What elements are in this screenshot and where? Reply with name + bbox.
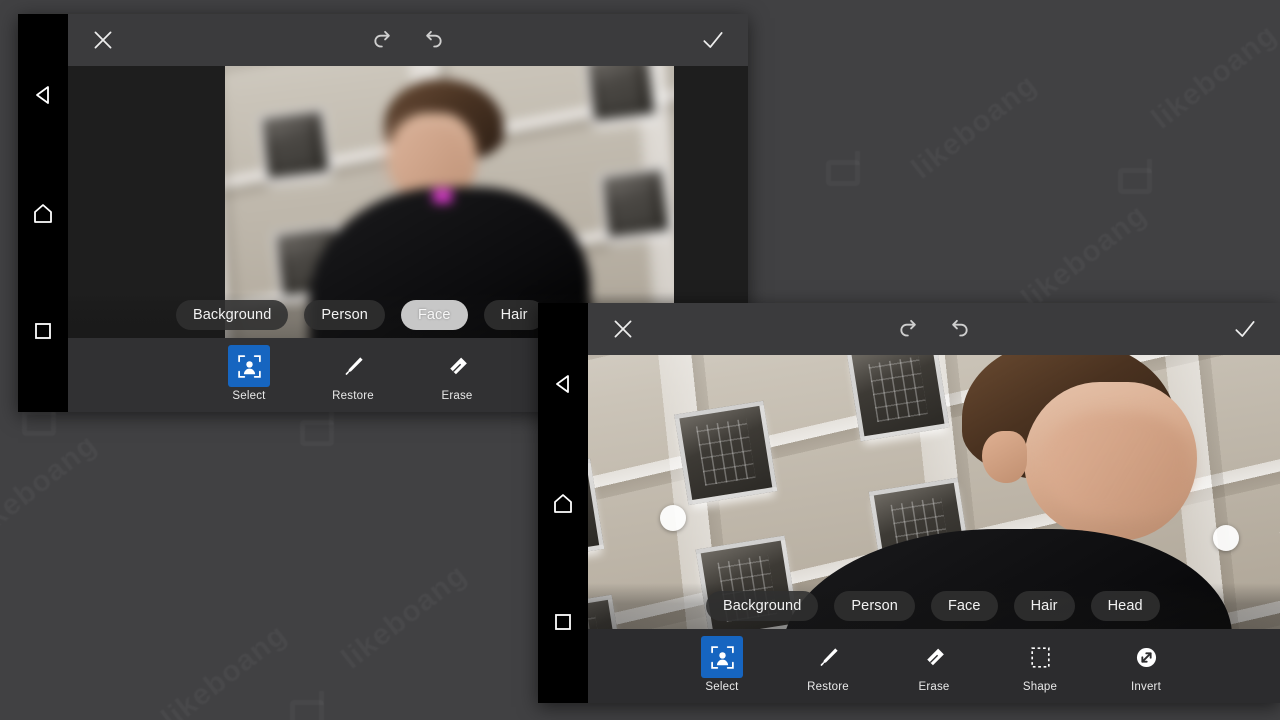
- watermark-text: likeboang: [1145, 18, 1280, 137]
- tool-label: Erase: [441, 390, 473, 402]
- tool-label: Select: [232, 390, 266, 402]
- image-canvas-back[interactable]: Background Person Face Hair: [68, 66, 748, 338]
- undo-icon[interactable]: [897, 316, 923, 342]
- tool-label: Erase: [918, 681, 950, 693]
- android-navigation-bar: [538, 303, 588, 703]
- tool-bar-front: Select Restore Erase Shape Invert: [588, 629, 1280, 703]
- tool-select[interactable]: Select: [691, 636, 753, 693]
- person-select-icon: [701, 636, 743, 678]
- watermark-logo-icon: [1118, 168, 1152, 194]
- watermark-logo-icon: [290, 700, 324, 720]
- undo-redo-group: [897, 316, 971, 342]
- tool-erase[interactable]: Erase: [426, 345, 488, 402]
- watermark-text: likeboang: [335, 558, 473, 677]
- category-pill-person[interactable]: Person: [304, 300, 385, 330]
- building-window: [583, 66, 659, 125]
- person-select-icon: [228, 345, 270, 387]
- category-pill-head[interactable]: Head: [1090, 591, 1160, 621]
- category-pill-face[interactable]: Face: [400, 300, 468, 330]
- face-blur-smudge: [387, 119, 469, 195]
- brush-icon: [807, 636, 849, 678]
- editor-top-bar-back: [68, 14, 748, 66]
- app-screen-front: Background Person Face Hair Head Select …: [588, 303, 1280, 703]
- watermark-text: likeboang: [905, 68, 1043, 187]
- tool-erase[interactable]: Erase: [903, 636, 965, 693]
- category-pill-face[interactable]: Face: [930, 591, 998, 621]
- building-window: [597, 166, 674, 243]
- undo-redo-group: [371, 27, 445, 53]
- home-icon[interactable]: [31, 201, 55, 225]
- category-pill-hair[interactable]: Hair: [1013, 591, 1075, 621]
- triangle-back-icon[interactable]: [31, 83, 55, 107]
- redo-icon[interactable]: [945, 316, 971, 342]
- building-window: [674, 400, 778, 506]
- category-pill-person[interactable]: Person: [834, 591, 915, 621]
- image-canvas-front[interactable]: Background Person Face Hair Head: [588, 355, 1280, 629]
- tool-label: Restore: [332, 390, 374, 402]
- category-pill-background[interactable]: Background: [176, 300, 289, 330]
- watermark-text: likeboang: [155, 618, 293, 720]
- eraser-icon: [913, 636, 955, 678]
- tool-invert[interactable]: Invert: [1115, 636, 1177, 693]
- category-pill-background[interactable]: Background: [706, 591, 819, 621]
- watermark-text: likeboang: [1015, 198, 1153, 317]
- redo-icon[interactable]: [419, 27, 445, 53]
- square-recents-icon[interactable]: [31, 319, 55, 343]
- triangle-back-icon[interactable]: [551, 372, 575, 396]
- tool-restore[interactable]: Restore: [322, 345, 384, 402]
- editor-top-bar-front: [588, 303, 1280, 355]
- tool-label: Invert: [1131, 681, 1161, 693]
- undo-icon[interactable]: [371, 27, 397, 53]
- brush-icon: [332, 345, 374, 387]
- category-pill-row-front: Background Person Face Hair Head: [588, 583, 1280, 629]
- watermark-text: likeboang: [0, 428, 104, 547]
- check-icon[interactable]: [700, 27, 726, 53]
- dashed-square-icon: [1019, 636, 1061, 678]
- screenshot-stage: likeboang likeboang likeboang likeboang …: [0, 0, 1280, 720]
- eraser-icon: [436, 345, 478, 387]
- check-icon[interactable]: [1232, 316, 1258, 342]
- face-blur-smudge: [1044, 412, 1191, 517]
- square-recents-icon[interactable]: [551, 610, 575, 634]
- tool-restore[interactable]: Restore: [797, 636, 859, 693]
- close-icon[interactable]: [610, 316, 636, 342]
- tool-label: Shape: [1022, 681, 1058, 693]
- ear-region: [982, 430, 1028, 483]
- android-navigation-bar: [18, 14, 68, 412]
- watermark-logo-icon: [22, 410, 56, 436]
- home-icon[interactable]: [551, 491, 575, 515]
- crop-handle-left[interactable]: [660, 505, 686, 531]
- tool-label: Restore: [807, 681, 849, 693]
- invert-icon: [1125, 636, 1167, 678]
- category-pill-hair[interactable]: Hair: [483, 300, 545, 330]
- pink-accent-dot: [433, 189, 453, 204]
- app-window-front[interactable]: Background Person Face Hair Head Select …: [538, 303, 1280, 703]
- watermark-logo-icon: [300, 420, 334, 446]
- tool-label: Select: [705, 681, 739, 693]
- watermark-logo-icon: [826, 160, 860, 186]
- tool-shape[interactable]: Shape: [1009, 636, 1071, 693]
- close-icon[interactable]: [90, 27, 116, 53]
- tool-select[interactable]: Select: [218, 345, 280, 402]
- crop-handle-right[interactable]: [1213, 525, 1239, 551]
